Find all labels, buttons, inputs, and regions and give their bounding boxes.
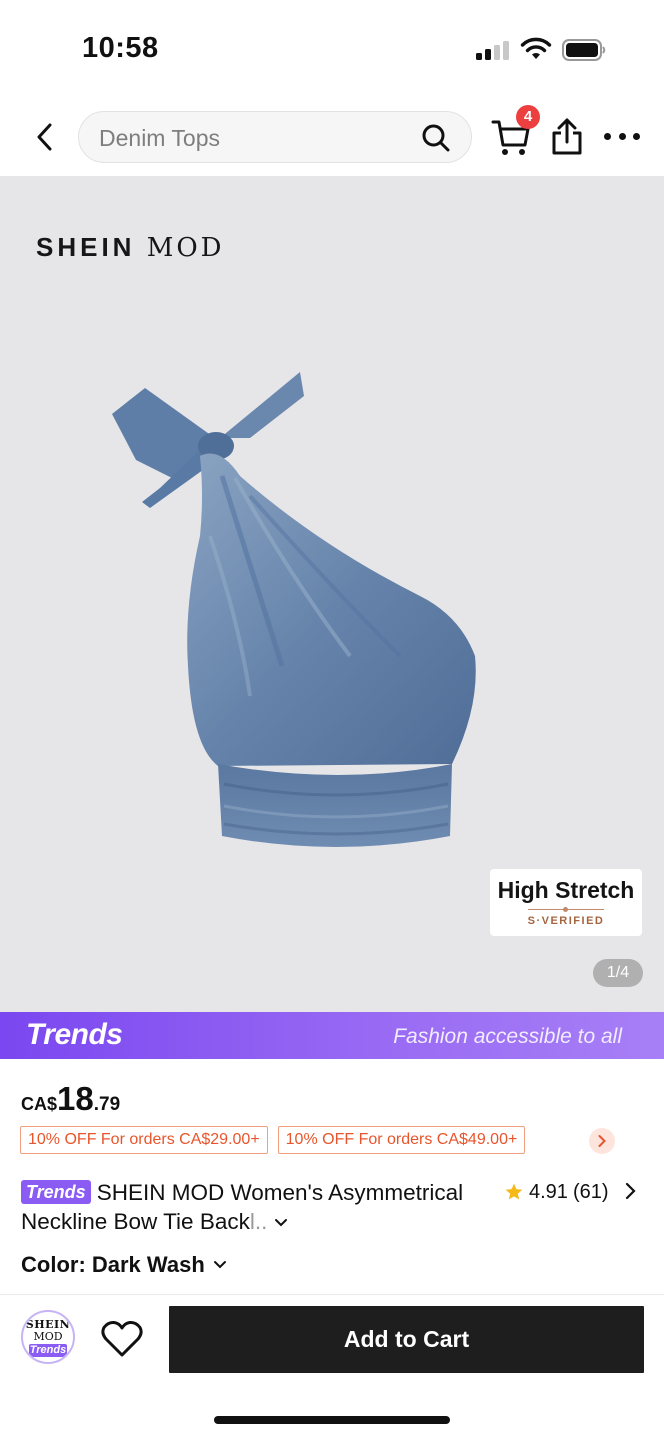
price: CA$18.79 — [21, 1080, 121, 1117]
store-avatar-line2: MOD — [33, 1330, 63, 1343]
status-bar: 10:58 — [0, 0, 664, 100]
star-icon — [505, 1183, 523, 1200]
chevron-down-icon[interactable] — [274, 1218, 288, 1228]
trends-tagline: Fashion accessible to all — [393, 1025, 622, 1048]
product-image-gallery[interactable]: SHEIN MOD High Stretch S·VERIFIED 1/4 — [0, 176, 664, 1012]
home-indicator[interactable] — [214, 1416, 450, 1424]
badge-title: High Stretch — [497, 877, 635, 903]
trends-tag: Trends — [21, 1180, 91, 1204]
chevron-left-icon — [37, 123, 52, 151]
badge-divider-dot — [563, 907, 568, 912]
heart-icon[interactable] — [100, 1319, 144, 1359]
more-options-icon[interactable] — [604, 124, 640, 148]
trends-banner[interactable]: Trends Fashion accessible to all — [0, 1012, 664, 1059]
chevron-down-icon — [213, 1261, 226, 1269]
high-stretch-badge: High Stretch S·VERIFIED — [490, 869, 642, 936]
trends-logo: Trends — [26, 1018, 123, 1051]
coupons-more-button[interactable] — [589, 1128, 615, 1154]
brand-logo: SHEIN MOD — [36, 232, 225, 263]
badge-subtitle: S·VERIFIED — [527, 915, 605, 927]
cellular-signal-icon — [476, 40, 510, 60]
denim-top-image — [112, 372, 476, 847]
nav-bar: Denim Tops 4 — [0, 100, 664, 176]
search-placeholder: Denim Tops — [99, 125, 221, 151]
coupon-tag[interactable]: 10% OFF For orders CA$49.00+ — [277, 1126, 526, 1154]
store-avatar-line3: Trends — [29, 1344, 67, 1357]
price-integer: 18 — [57, 1080, 94, 1117]
add-to-cart-button[interactable]: Add to Cart — [169, 1306, 644, 1373]
product-title-truncated: l.. — [249, 1209, 268, 1234]
rating-value: 4.91 — [529, 1180, 568, 1203]
product-title[interactable]: Trends SHEIN MOD Women's Asymmetrical Nec… — [21, 1178, 481, 1236]
chevron-right-icon[interactable] — [624, 1182, 636, 1200]
coupon-list: 10% OFF For orders CA$29.00+ 10% OFF For… — [20, 1126, 526, 1154]
review-count: (61) — [572, 1180, 609, 1203]
price-currency: CA$ — [21, 1094, 58, 1114]
store-avatar[interactable]: SHEIN MOD Trends — [21, 1310, 75, 1364]
battery-icon — [562, 39, 606, 61]
color-label: Color: Dark Wash — [21, 1252, 205, 1277]
search-input[interactable]: Denim Tops — [78, 111, 472, 163]
status-time: 10:58 — [82, 32, 159, 64]
image-page-indicator: 1/4 — [593, 959, 643, 987]
color-selector[interactable]: Color: Dark Wash — [21, 1252, 227, 1278]
search-icon[interactable] — [421, 123, 451, 153]
chevron-right-icon — [598, 1135, 606, 1147]
coupon-tag[interactable]: 10% OFF For orders CA$29.00+ — [20, 1126, 268, 1154]
cart-count-badge: 4 — [516, 105, 540, 129]
rating[interactable]: 4.91 (61) — [504, 1178, 609, 1206]
share-icon[interactable] — [550, 116, 584, 156]
back-button[interactable] — [28, 118, 62, 156]
price-decimal: .79 — [93, 1094, 121, 1115]
wifi-icon — [520, 37, 552, 59]
